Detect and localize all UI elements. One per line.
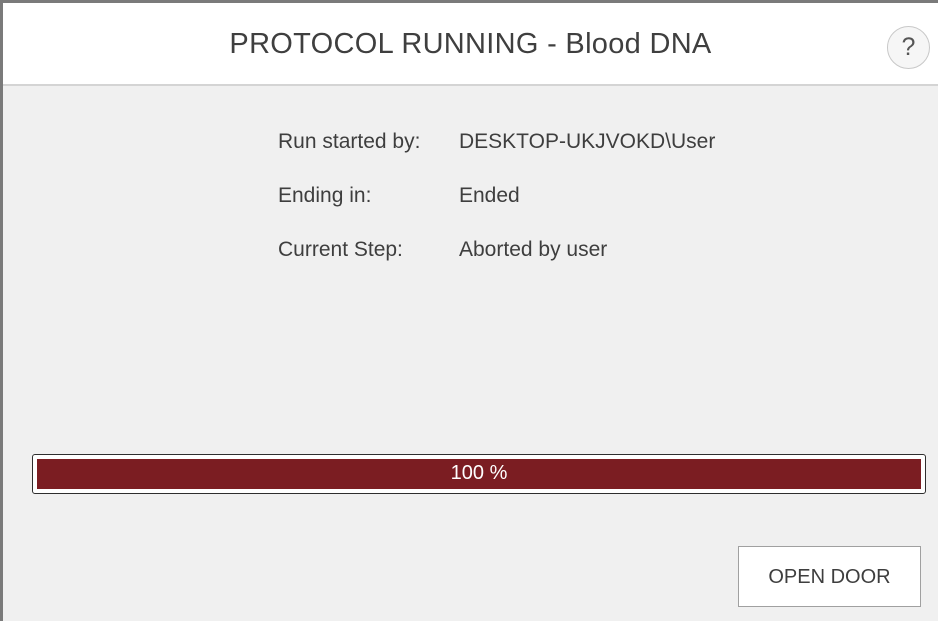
progress-track: 100 %	[37, 459, 921, 489]
current-step-label: Current Step:	[278, 238, 403, 261]
protocol-window: PROTOCOL RUNNING - Blood DNA ? Run start…	[0, 0, 938, 621]
header-bar: PROTOCOL RUNNING - Blood DNA ?	[3, 3, 938, 86]
run-started-by-label: Run started by:	[278, 130, 421, 153]
ending-in-label: Ending in:	[278, 184, 372, 207]
question-mark-icon: ?	[901, 33, 916, 61]
current-step-value: Aborted by user	[459, 238, 608, 261]
info-row-current-step: Current Step: Aborted by user	[278, 236, 715, 263]
progress-bar: 100 %	[32, 454, 926, 494]
page-title: PROTOCOL RUNNING - Blood DNA	[229, 28, 712, 60]
info-row-started-by: Run started by: DESKTOP-UKJVOKD\User	[278, 128, 715, 155]
info-row-ending-in: Ending in: Ended	[278, 182, 715, 209]
ending-in-value: Ended	[459, 184, 520, 207]
open-door-button[interactable]: OPEN DOOR	[738, 546, 921, 607]
progress-label: 100 %	[450, 462, 508, 484]
help-button[interactable]: ?	[887, 26, 930, 69]
run-info: Run started by: DESKTOP-UKJVOKD\User End…	[278, 128, 715, 290]
run-started-by-value: DESKTOP-UKJVOKD\User	[459, 130, 716, 153]
